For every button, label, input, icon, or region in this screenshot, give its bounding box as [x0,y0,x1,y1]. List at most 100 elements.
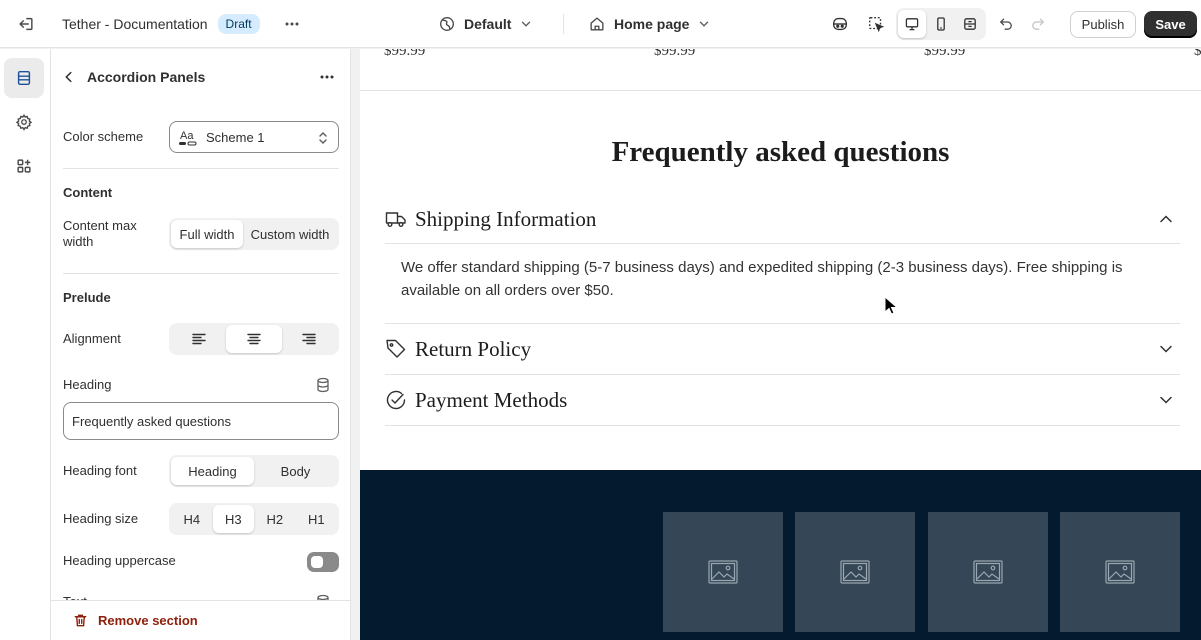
image-icon [1105,560,1135,584]
fullscreen-view-button[interactable] [956,10,984,38]
accordion-header[interactable]: Return Policy [385,324,1180,374]
heading-input[interactable]: Frequently asked questions [63,402,339,440]
heading-uppercase-toggle[interactable] [307,552,339,572]
redo-icon [1032,18,1044,30]
accordion-content: We offer standard shipping (5-7 business… [401,259,1123,299]
heading-font-body-option[interactable]: Body [254,457,337,485]
globe-icon [440,17,454,31]
rail-apps-button[interactable] [4,146,44,186]
trash-icon [74,614,87,627]
panel-footer: Remove section [51,600,350,640]
mobile-view-button[interactable] [927,10,955,38]
accordion-header[interactable]: Shipping Information [385,194,1180,244]
toolbar-divider [563,14,564,34]
rail-settings-button[interactable] [4,102,44,142]
accordion-title: Return Policy [415,337,532,361]
alignment-toggle [169,323,339,355]
panel-title: Accordion Panels [87,69,206,85]
image-placeholder [795,512,915,632]
rail-sections-button[interactable] [4,58,44,98]
chevron-up-icon [1160,215,1172,223]
theme-selector-label: Default [464,16,512,32]
inspector-button[interactable] [862,10,890,38]
align-center-option[interactable] [226,325,282,353]
remove-section-label: Remove section [98,613,198,628]
product-price: $99.99 [384,49,426,59]
mobile-icon [937,17,945,31]
full-width-option[interactable]: Full width [171,220,243,248]
undo-button[interactable] [992,10,1020,38]
dynamic-source-icon[interactable] [315,377,331,393]
heading-font-toggle: Heading Body [169,455,339,487]
heading-size-h2-option[interactable]: H2 [254,505,296,533]
align-right-option[interactable] [282,325,337,353]
select-chevrons-icon [319,131,327,145]
select-cursor-icon [869,17,885,33]
redo-button[interactable] [1024,10,1052,38]
tag-icon [386,339,406,358]
heading-size-h1-option[interactable]: H1 [296,505,338,533]
desktop-view-button[interactable] [898,10,926,38]
accordion-header[interactable]: Payment Methods [385,375,1180,425]
color-scheme-label: Color scheme [63,129,144,144]
content-max-width-label: Content max width [63,218,137,249]
divider [63,168,339,169]
heading-size-toggle: H4 H3 H2 H1 [169,503,339,535]
accordion-title: Shipping Information [415,207,597,231]
color-scheme-swatch-text: Aa [180,130,194,142]
more-actions-button[interactable] [278,10,306,38]
faq-heading: Frequently asked questions [611,136,950,168]
theme-selector[interactable]: Default [438,10,533,38]
save-button[interactable]: Save [1144,11,1197,38]
ai-assist-button[interactable] [826,10,854,38]
align-center-icon [247,333,261,345]
content-section-title: Content [63,185,113,200]
product-price: $99.99 [924,49,966,59]
top-bar: Tether - Documentation Draft Default Hom… [0,0,1201,48]
product-price: $ [1194,49,1201,59]
left-rail [0,49,51,640]
accordion-item: Return Policy [385,324,1180,375]
chevron-down-icon [1160,345,1172,353]
accordion-item: Shipping Information We offer standard s… [385,194,1180,324]
toggle-knob [311,556,323,568]
product-price-row: $99.99 $99.99 $99.99 $ [360,49,1201,91]
image-placeholder [928,512,1048,632]
image-placeholder [663,512,783,632]
image-icon [973,560,1003,584]
heading-size-h3-option[interactable]: H3 [212,505,254,533]
align-left-option[interactable] [171,325,226,353]
color-scheme-value: Scheme 1 [206,130,265,145]
more-horizontal-icon [320,75,334,79]
fit-screen-icon [964,18,976,30]
status-badge: Draft [217,13,260,34]
accordion-item: Payment Methods [385,375,1180,426]
gear-icon [15,114,33,131]
back-button[interactable] [57,63,81,91]
image-placeholder [1060,512,1180,632]
align-left-icon [191,333,206,345]
custom-width-option[interactable]: Custom width [243,220,337,248]
align-right-icon [302,333,317,345]
page-selector[interactable]: Home page [588,10,711,38]
desktop-icon [905,18,919,31]
panel-more-button[interactable] [313,63,341,91]
check-circle-icon [386,390,406,410]
truck-icon [385,212,406,227]
heading-font-heading-option[interactable]: Heading [171,457,254,485]
sidekick-icon [833,17,847,31]
apps-icon [17,159,31,173]
section-settings-panel: Accordion Panels Color scheme Aa Scheme … [51,49,351,640]
exit-button[interactable] [0,0,52,48]
heading-size-h4-option[interactable]: H4 [171,505,213,533]
exit-icon [19,17,33,30]
remove-section-button[interactable]: Remove section [73,613,198,628]
color-scheme-select[interactable]: Aa Scheme 1 [169,121,339,153]
panel-header: Accordion Panels [51,49,350,105]
home-icon [590,17,604,31]
chevron-down-icon [522,21,531,27]
image-icon [840,560,870,584]
publish-button[interactable]: Publish [1070,11,1136,38]
heading-uppercase-label: Heading uppercase [63,553,176,568]
color-scheme-swatch-icon: Aa [179,130,197,146]
